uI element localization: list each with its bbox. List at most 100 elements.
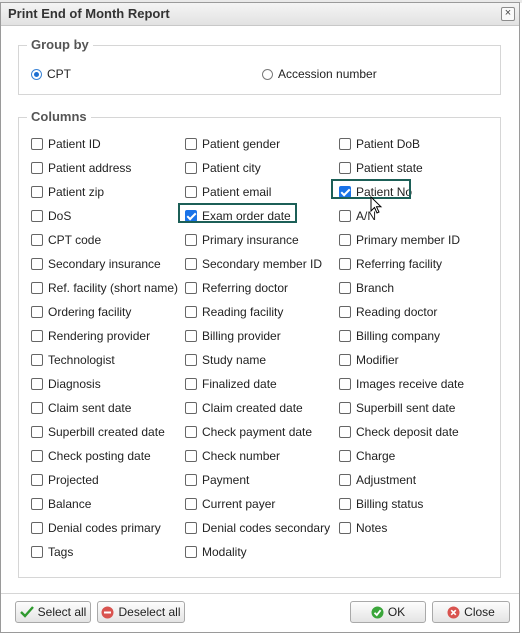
checkbox-ref-facility-short-name[interactable]: Ref. facility (short name) [31,280,178,296]
close-icon[interactable]: × [501,7,515,21]
radio-button[interactable] [31,68,42,80]
checkbox-claim-sent-date[interactable]: Claim sent date [31,400,131,416]
checkbox-box[interactable] [31,234,43,246]
checkbox-branch[interactable]: Branch [339,280,394,296]
checkbox-rendering-provider[interactable]: Rendering provider [31,328,150,344]
checkbox-images-receive-date[interactable]: Images receive date [339,376,464,392]
checkbox-box[interactable] [185,546,197,558]
checkbox-study-name[interactable]: Study name [185,352,266,368]
dialog-titlebar[interactable]: Print End of Month Report × [1,3,519,26]
checkbox-box[interactable] [339,354,351,366]
checkbox-box[interactable] [185,234,197,246]
checkbox-check-number[interactable]: Check number [185,448,280,464]
checkbox-box[interactable] [31,258,43,270]
checkbox-box[interactable] [339,162,351,174]
checkbox-claim-created-date[interactable]: Claim created date [185,400,303,416]
checkbox-referring-facility[interactable]: Referring facility [339,256,442,272]
radio-button[interactable] [262,68,273,80]
checkbox-box[interactable] [339,282,351,294]
radio-accession-number[interactable]: Accession number [262,67,377,81]
checkbox-cpt-code[interactable]: CPT code [31,232,101,248]
checkbox-payment[interactable]: Payment [185,472,249,488]
checkbox-modality[interactable]: Modality [185,544,247,560]
checkbox-box[interactable] [185,378,197,390]
checkbox-patient-state[interactable]: Patient state [339,160,423,176]
checkbox-box[interactable] [185,426,197,438]
checkbox-adjustment[interactable]: Adjustment [339,472,416,488]
checkbox-box[interactable] [339,498,351,510]
checkbox-check-payment-date[interactable]: Check payment date [185,424,312,440]
checkbox-box[interactable] [31,138,43,150]
checkbox-finalized-date[interactable]: Finalized date [185,376,277,392]
checkbox-box[interactable] [31,378,43,390]
checkbox-dos[interactable]: DoS [31,208,71,224]
checkbox-primary-member-id[interactable]: Primary member ID [339,232,460,248]
checkbox-notes[interactable]: Notes [339,520,387,536]
checkbox-box[interactable] [185,186,197,198]
checkbox-box[interactable] [185,282,197,294]
checkbox-box[interactable] [185,498,197,510]
checkbox-denial-codes-secondary[interactable]: Denial codes secondary [185,520,330,536]
checkbox-box[interactable] [31,354,43,366]
radio-cpt[interactable]: CPT [31,67,71,81]
checkbox-balance[interactable]: Balance [31,496,91,512]
checkbox-box[interactable] [31,186,43,198]
checkbox-check-deposit-date[interactable]: Check deposit date [339,424,459,440]
deselect-all-button[interactable]: Deselect all [97,601,185,623]
checkbox-box[interactable] [339,330,351,342]
checkbox-box[interactable] [185,522,197,534]
checkbox-patient-dob[interactable]: Patient DoB [339,136,420,152]
checkbox-reading-doctor[interactable]: Reading doctor [339,304,437,320]
checkbox-box[interactable] [339,306,351,318]
checkbox-box[interactable] [31,330,43,342]
checkbox-technologist[interactable]: Technologist [31,352,115,368]
checkbox-patient-zip[interactable]: Patient zip [31,184,104,200]
checkbox-box[interactable] [339,450,351,462]
checkbox-referring-doctor[interactable]: Referring doctor [185,280,288,296]
checkbox-box[interactable] [339,522,351,534]
checkbox-box[interactable] [339,426,351,438]
checkbox-box[interactable] [31,498,43,510]
checkbox-box[interactable] [31,546,43,558]
checkbox-box[interactable] [185,306,197,318]
checkbox-box[interactable] [31,426,43,438]
checkbox-ordering-facility[interactable]: Ordering facility [31,304,131,320]
checkbox-patient-city[interactable]: Patient city [185,160,261,176]
checkbox-box[interactable] [185,138,197,150]
checkbox-box[interactable] [339,138,351,150]
checkbox-billing-status[interactable]: Billing status [339,496,423,512]
checkbox-projected[interactable]: Projected [31,472,99,488]
checkbox-superbill-sent-date[interactable]: Superbill sent date [339,400,455,416]
checkbox-box[interactable] [31,402,43,414]
checkbox-tags[interactable]: Tags [31,544,73,560]
checkbox-charge[interactable]: Charge [339,448,395,464]
checkbox-patient-email[interactable]: Patient email [185,184,271,200]
checkbox-box[interactable] [31,474,43,486]
select-all-button[interactable]: Select all [15,601,91,623]
checkbox-box[interactable] [185,258,197,270]
checkbox-box[interactable] [339,402,351,414]
ok-button[interactable]: OK [350,601,426,623]
checkbox-box[interactable] [31,162,43,174]
checkbox-current-payer[interactable]: Current payer [185,496,275,512]
checkbox-box[interactable] [185,474,197,486]
checkbox-box[interactable] [339,378,351,390]
checkbox-box[interactable] [185,402,197,414]
checkbox-box[interactable] [31,282,43,294]
checkbox-denial-codes-primary[interactable]: Denial codes primary [31,520,161,536]
checkbox-box[interactable] [339,210,351,222]
checkbox-patient-gender[interactable]: Patient gender [185,136,280,152]
checkbox-superbill-created-date[interactable]: Superbill created date [31,424,165,440]
checkbox-box[interactable] [31,306,43,318]
checkbox-box[interactable] [339,474,351,486]
checkbox-box[interactable] [185,354,197,366]
checkbox-box[interactable] [31,210,43,222]
checkbox-reading-facility[interactable]: Reading facility [185,304,283,320]
checkbox-billing-company[interactable]: Billing company [339,328,440,344]
checkbox-secondary-insurance[interactable]: Secondary insurance [31,256,161,272]
checkbox-patient-id[interactable]: Patient ID [31,136,101,152]
checkbox-patient-address[interactable]: Patient address [31,160,131,176]
checkbox-box[interactable] [339,258,351,270]
checkbox-billing-provider[interactable]: Billing provider [185,328,281,344]
checkbox-diagnosis[interactable]: Diagnosis [31,376,101,392]
